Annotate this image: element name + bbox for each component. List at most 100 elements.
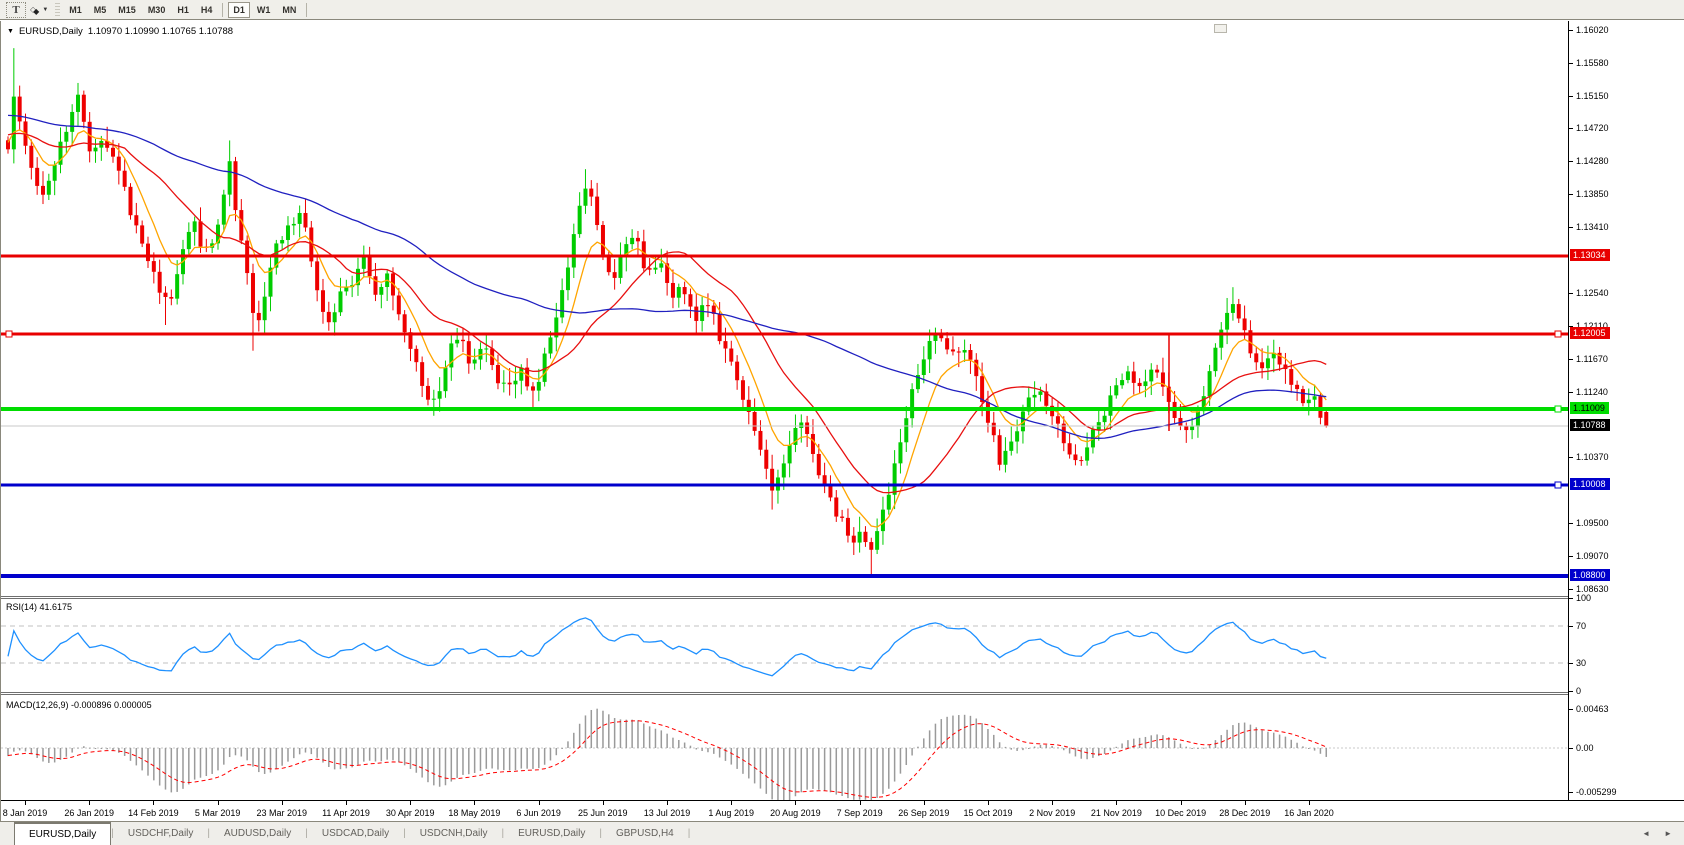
- chart-tab-7[interactable]: GBPUSD,H4: [602, 822, 688, 845]
- line-handle[interactable]: [6, 331, 12, 337]
- horizontal-lines[interactable]: [1, 256, 1568, 576]
- price-badge: 1.10788: [1570, 419, 1610, 431]
- chart-tab-5[interactable]: USDCNH,Daily: [406, 822, 502, 845]
- price-tick-label: 1.11670: [1576, 354, 1608, 364]
- chart-tab-2[interactable]: USDCHF,Daily: [114, 822, 208, 845]
- date-tick-mark: [282, 801, 283, 805]
- date-tick-label: 13 Jul 2019: [644, 808, 691, 818]
- timeframe-button-d1[interactable]: D1: [228, 2, 250, 18]
- rsi-tick-label: 100: [1576, 593, 1591, 603]
- price-tick-mark: [1569, 194, 1573, 195]
- date-tick-mark: [218, 801, 219, 805]
- price-tick-label: 1.10370: [1576, 452, 1609, 462]
- macd-tick-label: 0.00463: [1576, 704, 1609, 714]
- diamond-filled-icon: ◆: [33, 8, 39, 16]
- price-axis[interactable]: 1.160201.155801.151501.147201.142801.138…: [1568, 21, 1684, 800]
- price-tick-label: 1.09500: [1576, 518, 1609, 528]
- timeframe-button-m5[interactable]: M5: [89, 2, 112, 18]
- price-tick-label: 1.12540: [1576, 288, 1609, 298]
- date-tick-mark: [795, 801, 796, 805]
- date-tick-label: 20 Aug 2019: [770, 808, 821, 818]
- timeframe-button-mn[interactable]: MN: [277, 2, 301, 18]
- price-badge: 1.11009: [1570, 402, 1609, 414]
- line-handle[interactable]: [1555, 331, 1561, 337]
- date-tick-mark: [539, 801, 540, 805]
- chart-shift-marker[interactable]: [1214, 24, 1227, 33]
- chart-tab-1[interactable]: EURUSD,Daily: [14, 822, 111, 845]
- timeframe-button-h1[interactable]: H1: [172, 2, 194, 18]
- price-tick-label: 1.16020: [1576, 25, 1609, 35]
- price-tick-mark: [1569, 30, 1573, 31]
- timeframe-button-m15[interactable]: M15: [113, 2, 141, 18]
- date-tick-mark: [924, 801, 925, 805]
- price-tick-mark: [1569, 457, 1573, 458]
- price-tick-mark: [1569, 589, 1573, 590]
- price-tick-mark: [1569, 63, 1573, 64]
- tabs-scroll-left-icon[interactable]: ◄: [1642, 829, 1650, 838]
- date-tick-label: 18 May 2019: [448, 808, 500, 818]
- chart-tab-4[interactable]: USDCAD,Daily: [308, 822, 403, 845]
- date-tick-label: 11 Apr 2019: [322, 808, 370, 818]
- toolbar-grip: [55, 3, 60, 17]
- macd-pane[interactable]: [1, 696, 1568, 800]
- date-tick-mark: [153, 801, 154, 805]
- price-tick-mark: [1569, 96, 1573, 97]
- chart-tab-bar: EURUSD,Daily|USDCHF,Daily|AUDUSD,Daily|U…: [0, 821, 1684, 845]
- price-badge: 1.10008: [1570, 478, 1610, 490]
- date-tick-label: 21 Nov 2019: [1091, 808, 1142, 818]
- date-tick-label: 2 Nov 2019: [1029, 808, 1075, 818]
- pane-splitter-macd[interactable]: [1, 692, 1684, 695]
- candles: [6, 48, 1328, 578]
- line-handle[interactable]: [1555, 482, 1561, 488]
- price-tick-mark: [1569, 128, 1573, 129]
- macd-tick-mark: [1569, 748, 1573, 749]
- date-tick-label: 15 Oct 2019: [963, 808, 1012, 818]
- rsi-tick-label: 0: [1576, 686, 1581, 696]
- price-badge: 1.12005: [1570, 327, 1610, 339]
- date-tick-mark: [731, 801, 732, 805]
- timeframe-button-w1[interactable]: W1: [252, 2, 276, 18]
- chart-ohlc-values: 1.10970 1.10990 1.10765 1.10788: [88, 26, 233, 37]
- toolbar-separator: [222, 3, 223, 17]
- price-badge: 1.13034: [1570, 249, 1610, 261]
- chart-title: ▼ EURUSD,Daily 1.10970 1.10990 1.10765 1…: [7, 26, 233, 37]
- timeframe-button-h4[interactable]: H4: [196, 2, 218, 18]
- chart-window: ▼ EURUSD,Daily 1.10970 1.10990 1.10765 1…: [0, 21, 1684, 821]
- tabs-scroll-right-icon[interactable]: ►: [1664, 829, 1672, 838]
- date-tick-mark: [410, 801, 411, 805]
- price-tick-mark: [1569, 161, 1573, 162]
- price-tick-label: 1.14720: [1576, 123, 1609, 133]
- date-tick-label: 14 Feb 2019: [128, 808, 179, 818]
- chart-tab-3[interactable]: AUDUSD,Daily: [210, 822, 305, 845]
- timeframe-button-m30[interactable]: M30: [143, 2, 171, 18]
- price-tick-label: 1.13850: [1576, 189, 1609, 199]
- date-tick-label: 26 Sep 2019: [898, 808, 949, 818]
- rsi-pane[interactable]: [1, 599, 1568, 692]
- timeframe-button-m1[interactable]: M1: [64, 2, 87, 18]
- rsi-tick-mark: [1569, 626, 1573, 627]
- date-tick-mark: [1245, 801, 1246, 805]
- chart-symbol-label: EURUSD,Daily: [19, 26, 83, 37]
- price-tick-mark: [1569, 227, 1573, 228]
- price-tick-label: 1.14280: [1576, 156, 1609, 166]
- macd-tick-mark: [1569, 709, 1573, 710]
- objects-dropdown-button[interactable]: ◇ ◆ ▼: [30, 4, 48, 16]
- date-tick-mark: [89, 801, 90, 805]
- date-tick-mark: [860, 801, 861, 805]
- macd-tick-label: 0.00: [1576, 743, 1594, 753]
- date-tick-mark: [1309, 801, 1310, 805]
- macd-histogram: [7, 709, 1327, 800]
- date-tick-label: 26 Jan 2019: [64, 808, 114, 818]
- rsi-tick-label: 70: [1576, 621, 1586, 631]
- rsi-tick-label: 30: [1576, 658, 1586, 668]
- price-pane[interactable]: [1, 21, 1568, 596]
- timeframe-buttons: M1M5M15M30H1H4 D1W1MN: [63, 2, 302, 18]
- date-tick-label: 28 Dec 2019: [1219, 808, 1270, 818]
- top-toolbar: T ◇ ◆ ▼ M1M5M15M30H1H4 D1W1MN: [0, 0, 1684, 20]
- chart-tab-6[interactable]: EURUSD,Daily: [504, 822, 599, 845]
- date-tick-mark: [988, 801, 989, 805]
- date-tick-label: 1 Aug 2019: [708, 808, 754, 818]
- text-tool-icon[interactable]: T: [6, 2, 26, 18]
- line-handle[interactable]: [1555, 406, 1561, 412]
- chart-menu-triangle-icon[interactable]: ▼: [7, 28, 14, 35]
